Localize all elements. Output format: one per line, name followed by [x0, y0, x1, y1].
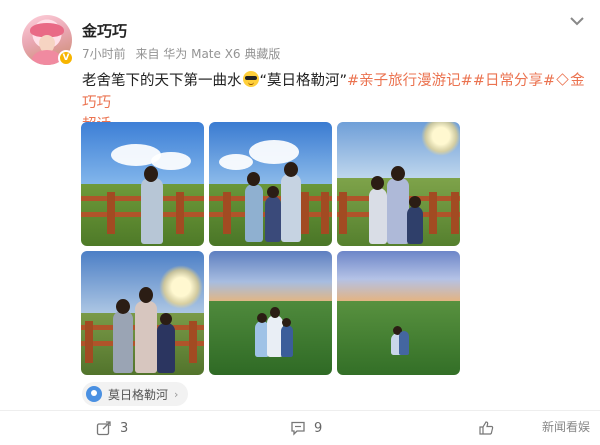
topic-link-parent-child-travel[interactable]: #亲子旅行漫游记# [347, 73, 473, 89]
share-count: 3 [120, 420, 129, 436]
photo-2[interactable] [209, 122, 332, 246]
location-pin-icon [86, 386, 102, 402]
divider [0, 410, 600, 411]
photo-3[interactable] [337, 122, 460, 246]
share-button[interactable]: 3 [96, 420, 128, 436]
post-text-quoted: “莫日格勒河” [259, 73, 348, 89]
post-source: 来自 华为 Mate X6 典藏版 [135, 47, 281, 61]
author-name[interactable]: 金巧巧 [82, 20, 127, 41]
photo-6[interactable] [337, 251, 460, 375]
watermark-text: 新闻看娱 [541, 420, 590, 434]
location-tag[interactable]: 莫日格勒河 › [82, 382, 189, 406]
comment-button[interactable]: 9 [290, 420, 322, 436]
thumbs-up-icon [479, 421, 494, 435]
avatar-face-shape [39, 35, 55, 51]
action-bar: 3 9 [0, 414, 600, 442]
photo-1[interactable] [81, 122, 204, 246]
photo-5[interactable] [209, 251, 332, 375]
chevron-down-icon[interactable] [568, 14, 586, 28]
post-text-main: 老舍笔下的天下第一曲水 [82, 73, 242, 89]
post-meta: 7小时前 来自 华为 Mate X6 典藏版 [82, 45, 286, 62]
photo-grid [81, 122, 461, 375]
comment-count: 9 [314, 420, 323, 436]
comment-icon [291, 421, 305, 436]
location-name: 莫日格勒河 [108, 387, 169, 402]
topic-link-daily-share[interactable]: #日常分享# [473, 73, 555, 89]
chevron-right-icon: › [174, 387, 179, 401]
photo-4[interactable] [81, 251, 204, 375]
cool-sunglasses-emoji-icon [242, 71, 259, 87]
share-icon [96, 421, 111, 436]
verified-badge-icon: V [58, 50, 74, 66]
post-time: 7小时前 [82, 47, 126, 61]
like-button[interactable] [478, 420, 502, 436]
diamond-icon [556, 73, 569, 86]
